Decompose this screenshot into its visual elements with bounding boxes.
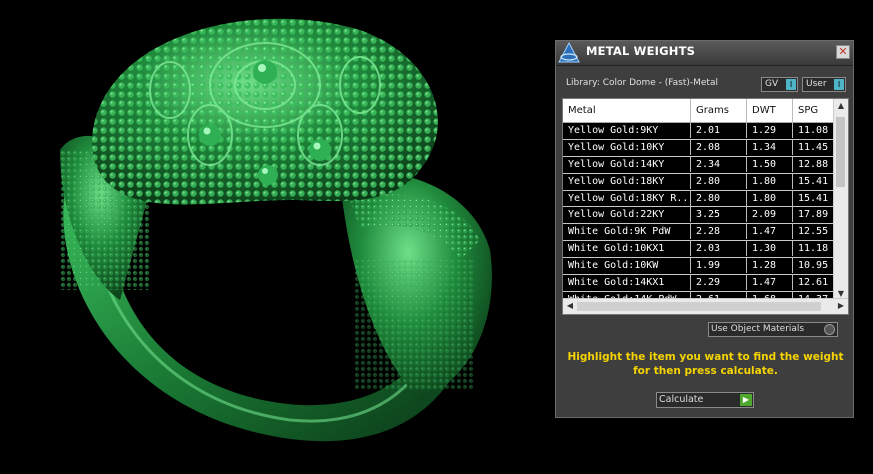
cell-spg: 12.55 [798,226,829,238]
metal-table[interactable]: Metal Grams DWT SPG Yellow Gold:9KY 2.01 1… [562,98,849,315]
scroll-up-arrow-icon[interactable]: ▲ [834,101,848,110]
cell-grams: 2.34 [691,156,747,172]
cell-grams: 3.25 [691,207,747,223]
cell-grams: 2.08 [691,139,747,155]
table-row[interactable]: White Gold:9K PdW 2.28 1.47 12.55 [563,224,835,242]
cell-metal: White Gold:9K PdW [563,224,691,240]
panel-title: METAL WEIGHTS [586,44,696,58]
table-body: Yellow Gold:9KY 2.01 1.29 11.08 Yellow Gold:… [563,123,835,309]
panel-titlebar[interactable]: METAL WEIGHTS ✕ [556,41,853,66]
cell-dwt: 1.47 [747,224,793,240]
calculate-label: Calculate [659,394,704,405]
cell-dwt: 1.80 [747,173,793,189]
scroll-down-arrow-icon[interactable]: ▼ [834,289,848,298]
cell-spg: 15.41 [798,192,829,204]
vertical-scrollbar[interactable]: ▲ ▼ [833,99,848,300]
gv-toggle[interactable]: GV I [761,77,798,92]
cell-grams: 2.01 [691,123,747,138]
cell-spg: 12.88 [798,158,829,170]
cell-grams: 2.28 [691,224,747,240]
table-row[interactable]: Yellow Gold:10KY 2.08 1.34 11.45 [563,139,835,157]
column-header-dwt[interactable]: DWT [747,99,793,122]
table-header: Metal Grams DWT SPG [563,99,835,123]
cell-spg: 17.89 [798,209,829,221]
ring-viewport[interactable] [0,0,550,474]
cell-dwt: 1.47 [747,275,793,291]
table-row[interactable]: Yellow Gold:18KY R... 2.80 1.80 15.41 [563,190,835,208]
cell-dwt: 1.80 [747,190,793,206]
cell-dwt: 1.34 [747,139,793,155]
cell-metal: Yellow Gold:14KY [563,156,691,172]
horizontal-scroll-thumb[interactable] [577,302,821,311]
use-object-materials-toggle[interactable]: Use Object Materials [708,322,838,337]
cell-metal: White Gold:10KW [563,258,691,274]
gv-toggle-label: GV [765,79,779,89]
instruction-text: Highlight the item you want to find the … [567,351,844,377]
cell-metal: White Gold:10KX1 [563,241,691,257]
table-row[interactable]: White Gold:14KX1 2.29 1.47 12.61 [563,275,835,292]
table-row[interactable]: Yellow Gold:22KY 3.25 2.09 17.89 [563,207,835,225]
matrix-logo-icon [558,42,580,63]
cell-metal: Yellow Gold:10KY [563,139,691,155]
table-row[interactable]: Yellow Gold:18KY 2.80 1.80 15.41 [563,173,835,191]
scroll-left-arrow-icon[interactable]: ◀ [563,301,577,310]
table-row[interactable]: Yellow Gold:9KY 2.01 1.29 11.08 [563,123,835,140]
cell-dwt: 1.50 [747,156,793,172]
cell-dwt: 1.28 [747,258,793,274]
user-toggle-label: User [806,79,827,89]
play-arrow-icon: ▶ [740,394,752,406]
library-label: Library: Color Dome - (Fast)-Metal [566,78,718,88]
cell-spg: 11.45 [798,141,829,153]
cell-metal: Yellow Gold:9KY [563,123,691,138]
horizontal-scrollbar[interactable]: ◀ ▶ [563,298,848,314]
cell-spg: 12.61 [798,277,829,289]
cell-grams: 2.29 [691,275,747,291]
cell-grams: 1.99 [691,258,747,274]
close-button[interactable]: ✕ [836,45,850,59]
radio-icon [824,324,835,335]
use-object-materials-label: Use Object Materials [711,324,805,334]
cell-metal: Yellow Gold:18KY R... [563,190,691,206]
scroll-right-arrow-icon[interactable]: ▶ [834,301,848,310]
cell-spg: 11.18 [798,243,829,255]
cell-grams: 2.80 [691,190,747,206]
cell-spg: 15.41 [798,175,829,187]
cell-spg: 10.95 [798,260,829,272]
column-header-spg[interactable]: SPG [793,99,835,122]
table-row[interactable]: Yellow Gold:14KY 2.34 1.50 12.88 [563,156,835,174]
cell-metal: White Gold:14KX1 [563,275,691,291]
calculate-button[interactable]: Calculate ▶ [656,392,754,408]
cell-grams: 2.03 [691,241,747,257]
cell-dwt: 2.09 [747,207,793,223]
user-toggle[interactable]: User I [802,77,846,92]
cell-metal: Yellow Gold:22KY [563,207,691,223]
cell-dwt: 1.29 [747,123,793,138]
cell-grams: 2.80 [691,173,747,189]
vertical-scroll-thumb[interactable] [836,117,845,187]
metal-weights-panel: METAL WEIGHTS ✕ Library: Color Dome - (F… [555,40,854,418]
table-row[interactable]: White Gold:10KX1 2.03 1.30 11.18 [563,241,835,259]
user-toggle-knob: I [834,79,844,90]
gv-toggle-knob: I [786,79,796,90]
cell-metal: Yellow Gold:18KY [563,173,691,189]
cell-spg: 11.08 [798,125,829,136]
table-row[interactable]: White Gold:10KW 1.99 1.28 10.95 [563,258,835,276]
column-header-grams[interactable]: Grams [691,99,747,122]
column-header-metal[interactable]: Metal [563,99,691,122]
cell-dwt: 1.30 [747,241,793,257]
